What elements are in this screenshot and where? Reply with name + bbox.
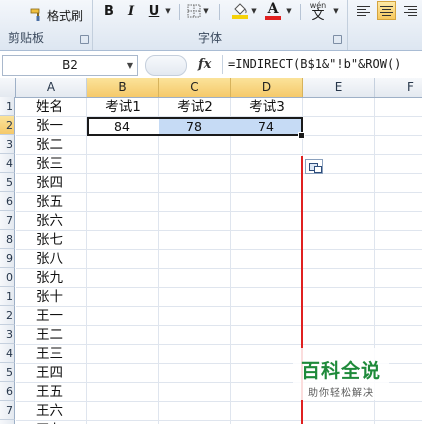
column-header-a[interactable]: A xyxy=(16,78,87,97)
cell-a8[interactable]: 张七 xyxy=(36,231,86,250)
cell-a5[interactable]: 张四 xyxy=(36,174,86,193)
cell-a17[interactable]: 王六 xyxy=(36,402,86,421)
italic-button[interactable]: I xyxy=(123,1,139,21)
cell-a15[interactable]: 王四 xyxy=(36,364,86,383)
row-header[interactable]: 2 xyxy=(0,116,15,135)
chevron-down-icon[interactable]: ▼ xyxy=(127,56,133,75)
format-painter-label: 格式刷 xyxy=(47,8,84,23)
select-all-corner[interactable] xyxy=(0,78,16,97)
clipboard-group-label: 剪贴板 xyxy=(8,31,45,45)
font-color-button[interactable]: A xyxy=(263,1,283,21)
paint-bucket-icon xyxy=(234,3,247,15)
column-header-c[interactable]: C xyxy=(159,78,231,97)
clipboard-dialog-launcher[interactable] xyxy=(80,35,89,44)
row-header[interactable]: 0 xyxy=(0,268,15,287)
underline-button[interactable]: U xyxy=(146,1,162,21)
fill-color-swatch xyxy=(232,15,248,19)
cell-d1[interactable]: 考试3 xyxy=(232,98,302,117)
cell-a16[interactable]: 王五 xyxy=(36,383,86,402)
phonetic-dropdown[interactable]: ▼ xyxy=(331,1,339,21)
font-color-dropdown[interactable]: ▼ xyxy=(284,1,292,21)
borders-button[interactable]: ▼ xyxy=(185,1,211,21)
font-dialog-launcher[interactable] xyxy=(333,35,342,44)
separator xyxy=(219,4,220,20)
cell-a1[interactable]: 姓名 xyxy=(36,98,86,117)
cell-a4[interactable]: 张三 xyxy=(36,155,86,174)
row-header[interactable]: 7 xyxy=(0,401,15,420)
font-color-swatch xyxy=(265,15,281,20)
insert-function-button[interactable]: fx xyxy=(198,55,211,74)
formula-bar: B2 ▼ fx =INDIRECT(B$1&"!b"&ROW() xyxy=(0,52,422,79)
auto-fill-options-icon[interactable] xyxy=(305,159,323,174)
cell-b1[interactable]: 考试1 xyxy=(88,98,158,117)
align-right-button[interactable] xyxy=(401,1,420,20)
separator xyxy=(179,4,180,20)
cell-a7[interactable]: 张六 xyxy=(36,212,86,231)
name-box[interactable]: B2 ▼ xyxy=(2,55,138,76)
formula-bar-grip[interactable] xyxy=(145,55,187,76)
cell-a2[interactable]: 张一 xyxy=(36,117,86,136)
cell-a10[interactable]: 张九 xyxy=(36,269,86,288)
cell-a3[interactable]: 张二 xyxy=(36,136,86,155)
cell-a13[interactable]: 王二 xyxy=(36,326,86,345)
font-group: B I U ▼ ▼ ▼ A ▼ wén 文 ▼ 字体 xyxy=(93,0,348,50)
column-headers: A B C D E F xyxy=(0,78,422,98)
column-header-f[interactable]: F xyxy=(375,78,422,97)
phonetic-guide-button[interactable]: wén 文 xyxy=(305,1,331,23)
cell-c2[interactable]: 78 xyxy=(159,117,229,136)
column-header-d[interactable]: D xyxy=(231,78,303,97)
cell-b2[interactable]: 84 xyxy=(87,117,157,136)
formula-input[interactable]: =INDIRECT(B$1&"!b"&ROW() xyxy=(222,55,422,74)
watermark-subtitle: 助你轻松解决 xyxy=(308,388,374,399)
watermark-logo: 百科全说 助你轻松解决 xyxy=(293,348,389,400)
row-header[interactable]: 8 xyxy=(0,230,15,249)
row-header[interactable]: 8 xyxy=(0,420,15,424)
name-box-value: B2 xyxy=(62,58,78,72)
bold-button[interactable]: B xyxy=(101,1,117,21)
separator xyxy=(300,4,301,20)
row-header[interactable]: 4 xyxy=(0,344,15,363)
cell-a14[interactable]: 王三 xyxy=(36,345,86,364)
cell-a9[interactable]: 张八 xyxy=(36,250,86,269)
borders-icon xyxy=(187,4,201,18)
phonetic-char: 文 xyxy=(311,8,325,23)
cell-d2[interactable]: 74 xyxy=(231,117,301,136)
row-header[interactable]: 4 xyxy=(0,154,15,173)
ribbon: 格式刷 剪贴板 B I U ▼ ▼ ▼ A ▼ wén 文 ▼ 字体 xyxy=(0,0,422,51)
align-center-button[interactable] xyxy=(377,1,396,20)
cell-a6[interactable]: 张五 xyxy=(36,193,86,212)
gridline xyxy=(86,98,87,424)
paintbrush-icon xyxy=(30,8,40,21)
row-header[interactable]: 6 xyxy=(0,192,15,211)
font-group-label: 字体 xyxy=(198,31,223,45)
row-header[interactable]: 7 xyxy=(0,211,15,230)
underline-dropdown[interactable]: ▼ xyxy=(163,1,171,21)
align-left-button[interactable] xyxy=(354,1,373,20)
format-painter-button[interactable]: 格式刷 xyxy=(30,6,83,24)
row-header[interactable]: 5 xyxy=(0,173,15,192)
row-header[interactable]: 5 xyxy=(0,363,15,382)
clipboard-group: 格式刷 剪贴板 xyxy=(0,0,93,50)
gridline xyxy=(230,98,231,424)
fill-color-dropdown[interactable]: ▼ xyxy=(249,1,257,21)
cell-a11[interactable]: 张十 xyxy=(36,288,86,307)
row-header[interactable]: 6 xyxy=(0,382,15,401)
column-header-b[interactable]: B xyxy=(87,78,159,97)
cell-a12[interactable]: 王一 xyxy=(36,307,86,326)
row-header[interactable]: 3 xyxy=(0,135,15,154)
row-header[interactable]: 2 xyxy=(0,306,15,325)
column-header-e[interactable]: E xyxy=(303,78,375,97)
gridline xyxy=(158,98,159,424)
watermark-title: 百科全说 xyxy=(300,360,381,382)
row-header[interactable]: 9 xyxy=(0,249,15,268)
row-header[interactable]: 1 xyxy=(0,97,15,116)
cell-c1[interactable]: 考试2 xyxy=(160,98,230,117)
row-header[interactable]: 1 xyxy=(0,287,15,306)
alignment-group xyxy=(348,0,422,50)
font-color-label: A xyxy=(267,0,279,17)
row-header[interactable]: 3 xyxy=(0,325,15,344)
